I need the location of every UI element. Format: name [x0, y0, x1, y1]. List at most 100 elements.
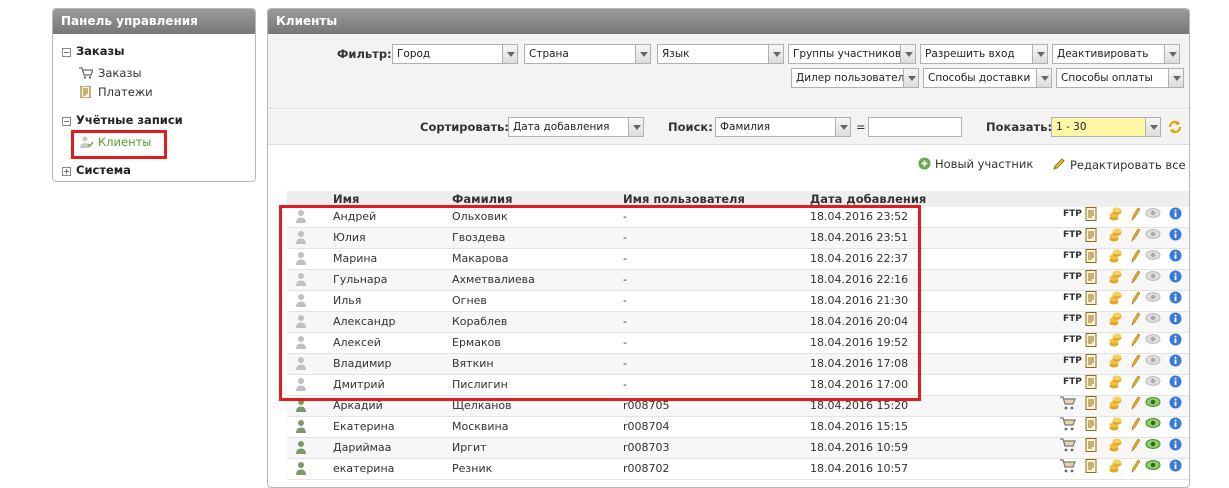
table-row[interactable]: Андрей Ольховик - 18.04.2016 23:52 FTP: [287, 207, 1189, 228]
pencil-icon[interactable]: [1128, 459, 1142, 474]
info-icon[interactable]: [1168, 291, 1182, 306]
col-username[interactable]: Имя пользователя: [623, 192, 745, 206]
new-member-button[interactable]: Новый участник: [918, 157, 1033, 171]
table-row[interactable]: Алексей Ермаков - 18.04.2016 19:52 FTP: [287, 333, 1189, 354]
ftp-icon[interactable]: FTP: [1063, 312, 1082, 327]
eye-icon[interactable]: [1145, 270, 1161, 285]
table-row[interactable]: Екатерина Москвина r008704 18.04.2016 15:15: [287, 417, 1189, 438]
info-icon[interactable]: [1168, 270, 1182, 285]
info-icon[interactable]: [1168, 354, 1182, 369]
sidebar-item-payments[interactable]: Платежи: [79, 85, 153, 99]
col-last-name[interactable]: Фамилия: [452, 192, 513, 206]
eye-icon[interactable]: [1145, 354, 1161, 369]
eye-icon[interactable]: [1145, 438, 1161, 453]
coins-icon[interactable]: [1108, 459, 1122, 474]
info-icon[interactable]: [1168, 207, 1182, 222]
filter-payment[interactable]: Способы оплаты: [1056, 68, 1184, 88]
coins-icon[interactable]: [1108, 228, 1122, 243]
eye-icon[interactable]: [1145, 333, 1161, 348]
filter-groups[interactable]: Группы участников: [788, 44, 916, 64]
document-icon[interactable]: [1084, 207, 1098, 222]
search-field-select[interactable]: Фамилия: [715, 117, 851, 137]
info-icon[interactable]: [1168, 396, 1182, 411]
filter-language[interactable]: Язык: [657, 44, 784, 64]
pencil-icon[interactable]: [1128, 291, 1142, 306]
table-row[interactable]: Александр Кораблев - 18.04.2016 20:04 FTP: [287, 312, 1189, 333]
document-icon[interactable]: [1084, 333, 1098, 348]
ftp-icon[interactable]: FTP: [1063, 375, 1082, 390]
refresh-icon[interactable]: [1167, 119, 1183, 135]
collapse-icon[interactable]: −: [62, 48, 71, 57]
info-icon[interactable]: [1168, 249, 1182, 264]
table-row[interactable]: Дмитрий Пислигин - 18.04.2016 17:00 FTP: [287, 375, 1189, 396]
col-date-added[interactable]: Дата добавления: [810, 192, 926, 206]
info-icon[interactable]: [1168, 333, 1182, 348]
pencil-icon[interactable]: [1128, 354, 1142, 369]
coins-icon[interactable]: [1108, 207, 1122, 222]
cart-icon[interactable]: [1060, 459, 1076, 474]
coins-icon[interactable]: [1108, 438, 1122, 453]
collapse-icon[interactable]: −: [62, 117, 71, 126]
cart-icon[interactable]: [1060, 417, 1076, 432]
pencil-icon[interactable]: [1128, 417, 1142, 432]
pencil-icon[interactable]: [1128, 249, 1142, 264]
expand-icon[interactable]: +: [62, 167, 71, 176]
info-icon[interactable]: [1168, 312, 1182, 327]
coins-icon[interactable]: [1108, 375, 1122, 390]
document-icon[interactable]: [1084, 375, 1098, 390]
cart-icon[interactable]: [1060, 396, 1076, 411]
filter-country[interactable]: Страна: [524, 44, 651, 64]
section-orders[interactable]: − Заказы: [62, 44, 125, 58]
filter-city[interactable]: Город: [392, 44, 518, 64]
document-icon[interactable]: [1084, 270, 1098, 285]
document-icon[interactable]: [1084, 291, 1098, 306]
filter-deactivate[interactable]: Деактивировать: [1052, 44, 1180, 64]
eye-icon[interactable]: [1145, 396, 1161, 411]
pencil-icon[interactable]: [1128, 270, 1142, 285]
info-icon[interactable]: [1168, 438, 1182, 453]
pencil-icon[interactable]: [1128, 312, 1142, 327]
sidebar-item-clients[interactable]: Клиенты: [79, 135, 151, 149]
coins-icon[interactable]: [1108, 291, 1122, 306]
eye-icon[interactable]: [1145, 312, 1161, 327]
coins-icon[interactable]: [1108, 333, 1122, 348]
document-icon[interactable]: [1084, 228, 1098, 243]
table-row[interactable]: Гульнара Ахметвалиева - 18.04.2016 22:16 FTP: [287, 270, 1189, 291]
ftp-icon[interactable]: FTP: [1063, 270, 1082, 285]
edit-all-button[interactable]: Редактировать все: [1052, 157, 1186, 172]
table-row[interactable]: Владимир Вяткин - 18.04.2016 17:08 FTP: [287, 354, 1189, 375]
ftp-icon[interactable]: FTP: [1063, 249, 1082, 264]
document-icon[interactable]: [1084, 417, 1098, 432]
eye-icon[interactable]: [1145, 228, 1161, 243]
eye-icon[interactable]: [1145, 291, 1161, 306]
eye-icon[interactable]: [1145, 249, 1161, 264]
info-icon[interactable]: [1168, 228, 1182, 243]
section-accounts[interactable]: − Учётные записи: [62, 113, 183, 127]
eye-icon[interactable]: [1145, 459, 1161, 474]
table-row[interactable]: екатерина Резник r008702 18.04.2016 10:57: [287, 459, 1189, 480]
info-icon[interactable]: [1168, 417, 1182, 432]
document-icon[interactable]: [1084, 249, 1098, 264]
ftp-icon[interactable]: FTP: [1063, 207, 1082, 222]
coins-icon[interactable]: [1108, 270, 1122, 285]
info-icon[interactable]: [1168, 459, 1182, 474]
section-system[interactable]: + Система: [62, 163, 131, 177]
col-first-name[interactable]: Имя: [333, 192, 359, 206]
info-icon[interactable]: [1168, 375, 1182, 390]
search-input[interactable]: [868, 117, 962, 137]
filter-delivery[interactable]: Способы доставки: [923, 68, 1052, 88]
ftp-icon[interactable]: FTP: [1063, 291, 1082, 306]
sort-select[interactable]: Дата добавления: [508, 117, 644, 137]
table-row[interactable]: Илья Огнев - 18.04.2016 21:30 FTP: [287, 291, 1189, 312]
coins-icon[interactable]: [1108, 312, 1122, 327]
pencil-icon[interactable]: [1128, 207, 1142, 222]
eye-icon[interactable]: [1145, 375, 1161, 390]
document-icon[interactable]: [1084, 438, 1098, 453]
table-row[interactable]: Юлия Гвоздева - 18.04.2016 23:51 FTP: [287, 228, 1189, 249]
filter-dealer[interactable]: Дилер пользователя: [791, 68, 919, 88]
pencil-icon[interactable]: [1128, 438, 1142, 453]
document-icon[interactable]: [1084, 396, 1098, 411]
ftp-icon[interactable]: FTP: [1063, 333, 1082, 348]
pencil-icon[interactable]: [1128, 228, 1142, 243]
pencil-icon[interactable]: [1128, 333, 1142, 348]
